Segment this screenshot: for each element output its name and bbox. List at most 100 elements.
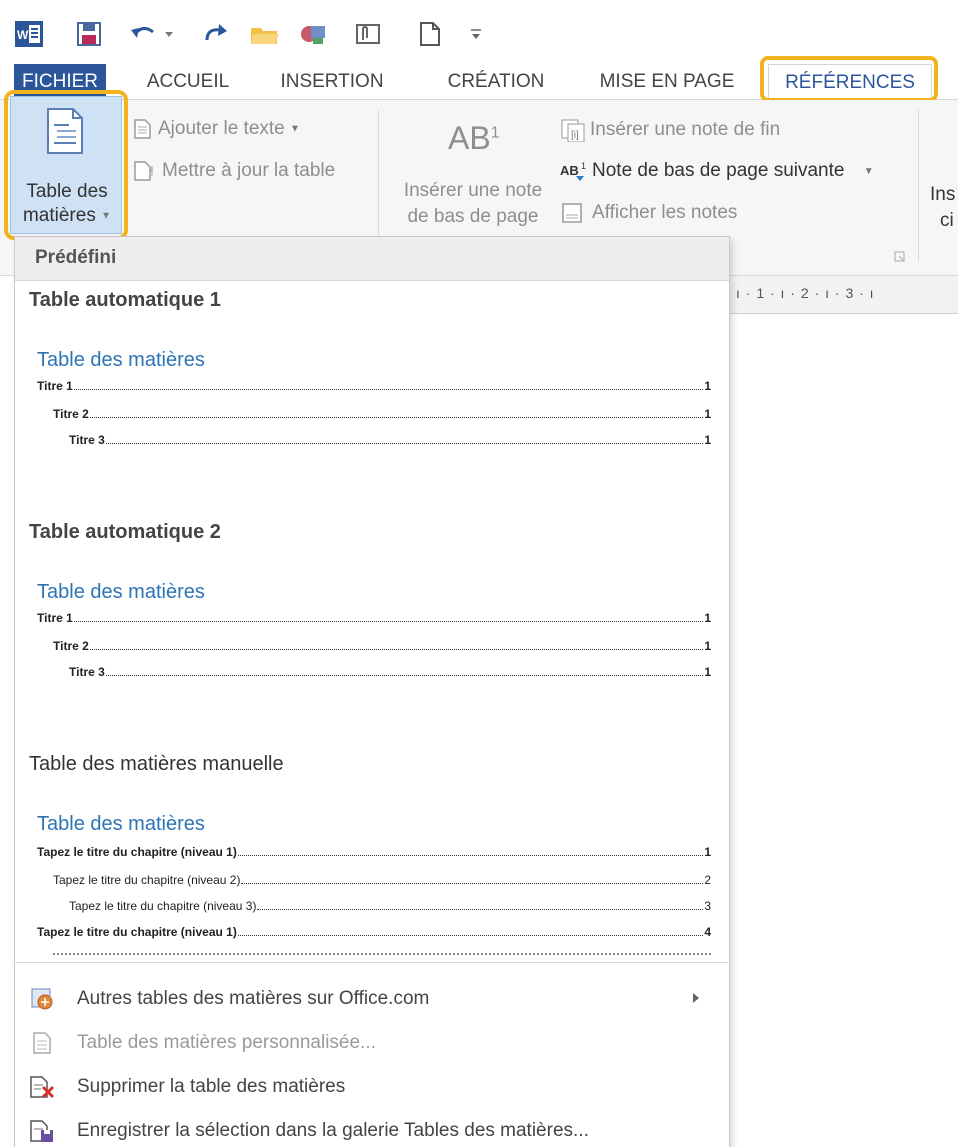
toc-entry-page: 1 xyxy=(704,407,711,421)
toc-entry-page: 3 xyxy=(704,899,711,913)
svg-text:W: W xyxy=(17,28,29,42)
custom-toc[interactable]: Table des matières personnalisée... xyxy=(15,1021,729,1065)
dot-leader xyxy=(241,883,704,884)
tab-creation[interactable]: CRÉATION xyxy=(434,64,558,100)
next-footnote-button[interactable]: AB 1 Note de bas de page suivante ▼ xyxy=(560,160,874,182)
custom-toc-label: Table des matières personnalisée... xyxy=(77,1032,376,1053)
toc-entry-page: 1 xyxy=(704,433,711,447)
toc-preview-line: Titre 2 1 xyxy=(53,405,711,421)
toc-entry-page: 1 xyxy=(704,611,711,625)
ab-superscript: 1 xyxy=(490,124,500,142)
toc-preview-line: Titre 2 1 xyxy=(53,637,711,653)
dot-leader xyxy=(105,675,704,676)
toc-entry-text: Titre 3 xyxy=(69,433,105,447)
insert-endnote-label: Insérer une note de fin xyxy=(590,119,781,141)
dot-leader xyxy=(73,389,704,390)
ruler-marks: ı · 1 · ı · 2 · ı · 3 · ı xyxy=(736,285,875,301)
tab-insertion[interactable]: INSERTION xyxy=(266,64,398,100)
toc-entry-text: Titre 2 xyxy=(53,407,89,421)
dot-leader xyxy=(257,909,704,910)
customize-qat-icon[interactable] xyxy=(466,20,486,48)
show-notes-button[interactable]: Afficher les notes xyxy=(560,202,737,224)
toc-preview-line: Titre 3 1 xyxy=(69,663,711,679)
toc-preview-heading: Table des matières xyxy=(37,349,205,371)
add-text-button[interactable]: Ajouter le texte ▼ xyxy=(132,118,300,140)
section-title-auto-2: Table automatique 2 xyxy=(29,521,221,543)
dot-leader xyxy=(73,621,704,622)
delete-toc-label: Supprimer la table des matières xyxy=(77,1076,346,1097)
redo-icon[interactable] xyxy=(200,20,232,48)
more-tocs-office-com[interactable]: Autres tables des matières sur Office.co… xyxy=(15,977,729,1021)
gallery-item-auto-1[interactable]: Table des matières Titre 1 1 Titre 2 1 Tit… xyxy=(15,333,729,463)
dot-leader xyxy=(89,417,704,418)
toc-entry-text: Tapez le titre du chapitre (niveau 1) xyxy=(37,845,237,859)
add-text-label: Ajouter le texte xyxy=(158,118,285,140)
office-com-icon xyxy=(29,986,55,1012)
undo-icon[interactable] xyxy=(128,20,178,48)
toc-entry-text: Titre 2 xyxy=(53,639,89,653)
update-table-button[interactable]: ! Mettre à jour la table xyxy=(132,160,335,182)
gallery-header: Prédéfini xyxy=(15,237,729,281)
show-notes-label: Afficher les notes xyxy=(592,202,738,224)
toc-entry-text: Titre 3 xyxy=(69,665,105,679)
dialog-launcher-icon[interactable] xyxy=(894,250,906,268)
toc-entry-text: Tapez le titre du chapitre (niveau 2) xyxy=(53,873,241,887)
dot-leader xyxy=(105,443,704,444)
gallery-item-manual[interactable]: Table des matières Tapez le titre du cha… xyxy=(15,797,729,961)
tab-mise-en-page[interactable]: MISE EN PAGE xyxy=(592,64,742,100)
toc-preview-line: Tapez le titre du chapitre (niveau 2) 2 xyxy=(53,871,711,887)
toc-entry-text: Tapez le titre du chapitre (niveau 3) xyxy=(69,899,257,913)
toc-preview-line: Titre 1 1 xyxy=(37,377,711,393)
new-document-icon[interactable] xyxy=(416,20,444,48)
save-icon[interactable] xyxy=(74,20,104,48)
toc-preview-line: Titre 3 1 xyxy=(69,431,711,447)
insert-footnote-button[interactable]: Insérer une note de bas de page xyxy=(396,178,550,230)
save-to-gallery-icon xyxy=(29,1118,55,1144)
footnote-ab-icon: AB1 xyxy=(448,120,500,157)
toc-preview-heading: Table des matières xyxy=(37,581,205,603)
delete-toc-icon xyxy=(29,1074,55,1100)
insert-footnote-line2: de bas de page xyxy=(407,206,539,227)
toc-entry-page: 1 xyxy=(704,845,711,859)
svg-text:AB: AB xyxy=(560,163,579,178)
toc-entry-text: Tapez le titre du chapitre (niveau 1) xyxy=(37,925,237,939)
svg-text:!: ! xyxy=(150,163,154,179)
insert-citation-button-partial[interactable]: Ins ci xyxy=(930,182,955,234)
dot-leader xyxy=(237,855,704,856)
tab-accueil[interactable]: ACCUEIL xyxy=(130,64,246,100)
save-selection-to-gallery[interactable]: Enregistrer la sélection dans la galerie… xyxy=(15,1109,729,1147)
chevron-down-icon: ▼ xyxy=(863,165,874,177)
chevron-down-icon: ▼ xyxy=(290,123,300,135)
toc-gallery-dropdown: Prédéfini Table automatique 1 Table des … xyxy=(14,236,730,1147)
dot-leader xyxy=(89,649,704,650)
gallery-header-label: Prédéfini xyxy=(35,247,117,268)
gallery-item-auto-2[interactable]: Table des matières Titre 1 1 Titre 2 1 Tit… xyxy=(15,565,729,695)
menu-separator xyxy=(15,962,729,963)
toc-entry-page: 2 xyxy=(704,873,711,887)
toc-entry-page: 1 xyxy=(704,639,711,653)
touch-mode-icon[interactable] xyxy=(296,20,330,48)
toc-entry-text: Titre 1 xyxy=(37,611,73,625)
toc-preview-line: Tapez le titre du chapitre (niveau 1) 4 xyxy=(37,923,711,939)
svg-text:[i]: [i] xyxy=(571,130,579,141)
insert-endnote-button[interactable]: [i] Insérer une note de fin xyxy=(560,118,781,143)
attach-icon[interactable] xyxy=(352,20,386,48)
next-footnote-label: Note de bas de page suivante xyxy=(592,160,845,182)
section-title-auto-1: Table automatique 1 xyxy=(29,289,221,311)
toc-entry-text: Titre 1 xyxy=(37,379,73,393)
svg-text:1: 1 xyxy=(581,161,586,171)
chevron-right-icon xyxy=(693,993,699,1003)
ruler: ı · 1 · ı · 2 · ı · 3 · ı xyxy=(730,276,958,314)
save-to-gallery-label: Enregistrer la sélection dans la galerie… xyxy=(77,1120,589,1141)
delete-toc[interactable]: Supprimer la table des matières xyxy=(15,1065,729,1109)
insert-citation-line2: ci xyxy=(940,210,954,231)
toc-button-highlight xyxy=(4,90,128,240)
word-icon: W xyxy=(14,20,44,48)
open-folder-icon[interactable] xyxy=(248,20,282,48)
insert-citation-line1: Ins xyxy=(930,184,956,205)
dot-leader xyxy=(237,935,704,936)
section-title-manual: Table des matières manuelle xyxy=(29,753,284,775)
update-table-label: Mettre à jour la table xyxy=(162,160,336,182)
toc-preview-line: Titre 1 1 xyxy=(37,609,711,625)
custom-toc-icon xyxy=(29,1030,55,1056)
